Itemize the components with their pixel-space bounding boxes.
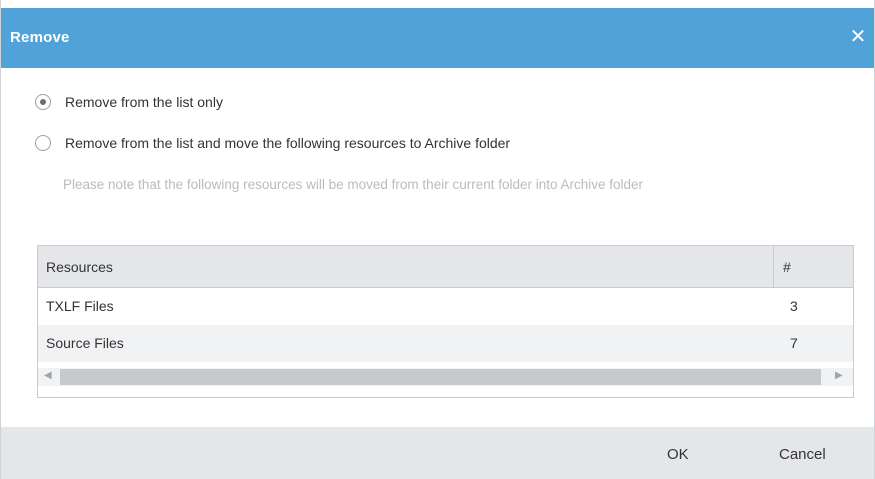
dialog-title: Remove — [10, 29, 70, 46]
scrollbar-thumb[interactable] — [60, 369, 821, 385]
radio-unselected-icon[interactable] — [35, 135, 51, 151]
table-row[interactable]: TXLF Files 3 — [38, 288, 853, 325]
column-header-count[interactable]: # — [783, 259, 791, 275]
dialog-titlebar: Remove ✕ — [1, 8, 874, 68]
column-header-resources[interactable]: Resources — [46, 259, 113, 275]
row-resource-count: 7 — [790, 335, 798, 351]
radio-selected-icon[interactable] — [35, 94, 51, 110]
table-header: Resources # — [38, 246, 853, 288]
ok-button[interactable]: OK — [667, 446, 689, 463]
horizontal-scrollbar[interactable]: ◀ ▶ — [38, 368, 853, 386]
dialog-footer: OK Cancel — [1, 427, 874, 479]
radio-remove-and-archive-label: Remove from the list and move the follow… — [65, 135, 511, 151]
radio-remove-and-archive[interactable]: Remove from the list and move the follow… — [35, 135, 510, 151]
scroll-left-icon[interactable]: ◀ — [44, 370, 52, 381]
remove-dialog: Remove ✕ Remove from the list only Remov… — [0, 0, 875, 479]
row-resource-name: Source Files — [46, 335, 124, 351]
resources-table: Resources # TXLF Files 3 Source Files 7 … — [37, 245, 854, 398]
cancel-button[interactable]: Cancel — [779, 446, 826, 463]
radio-remove-list-only-label: Remove from the list only — [65, 94, 223, 110]
column-divider[interactable] — [773, 246, 774, 288]
close-icon[interactable]: ✕ — [848, 26, 868, 48]
row-resource-count: 3 — [790, 298, 798, 314]
row-resource-name: TXLF Files — [46, 298, 114, 314]
table-row[interactable]: Source Files 7 — [38, 325, 853, 362]
archive-note: Please note that the following resources… — [63, 177, 644, 192]
radio-remove-list-only[interactable]: Remove from the list only — [35, 94, 223, 110]
scroll-right-icon[interactable]: ▶ — [835, 370, 843, 381]
